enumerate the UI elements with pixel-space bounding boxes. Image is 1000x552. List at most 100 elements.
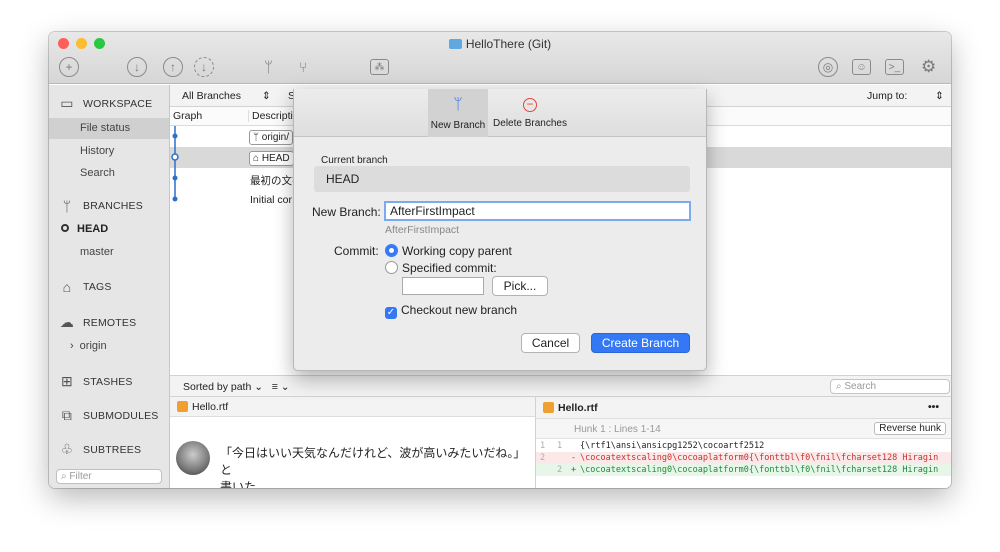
sidebar-section-branches[interactable]: ᛘ BRANCHES <box>57 198 143 214</box>
radio-working-copy[interactable]: Working copy parent <box>385 244 512 258</box>
dialog-tabs: ᛘ New Branch − Delete Branches <box>294 89 706 137</box>
tab-new-branch-label: New Branch <box>430 120 486 131</box>
remote-button[interactable]: ◎ <box>818 56 838 78</box>
finder-button[interactable]: ☺ <box>852 56 871 78</box>
sidebar-item-history[interactable]: History <box>80 145 114 157</box>
commit-message: Initial cor <box>250 194 293 206</box>
head-label: HEAD <box>77 223 109 235</box>
plus-icon: + <box>59 57 79 77</box>
rtf-file-icon <box>177 401 188 412</box>
new-line-number: 1 <box>557 441 563 451</box>
more-options-button[interactable]: ••• <box>928 401 939 413</box>
settings-button[interactable]: ⚙ <box>921 56 936 78</box>
window-title-text: HelloThere (Git) <box>465 37 552 51</box>
sidebar-section-remotes[interactable]: ☁ REMOTES <box>57 314 136 331</box>
new-line-number: 2 <box>557 465 563 475</box>
graph-node-head <box>171 153 179 161</box>
radio-unselected-icon <box>385 261 398 274</box>
graph-node <box>172 133 178 139</box>
minus-circle-icon: − <box>523 98 537 112</box>
old-line-number: 2 <box>540 453 546 463</box>
sidebar: ▭ WORKSPACE File status History Search ᛘB… <box>49 85 170 488</box>
sidebar-section-workspace[interactable]: ▭ WORKSPACE <box>57 95 152 112</box>
title-bar: HelloThere (Git) + ↓ ↑ ↓ ᛘ ⑂ ⁂ ◎ ☺ >_ ⚙ <box>49 32 951 84</box>
new-branch-dialog: ᛘ New Branch − Delete Branches Current b… <box>293 89 707 371</box>
chevron-right-icon: › <box>70 340 74 352</box>
sidebar-section-tags[interactable]: ⌂ TAGS <box>57 279 112 295</box>
app-window: HelloThere (Git) + ↓ ↑ ↓ ᛘ ⑂ ⁂ ◎ ☺ >_ ⚙ … <box>49 32 951 488</box>
pull-button[interactable]: ↓ <box>127 56 147 78</box>
upload-icon: ↑ <box>163 57 183 77</box>
stash-button[interactable]: ⁂ <box>370 56 389 78</box>
submodules-label: SUBMODULES <box>83 409 159 422</box>
cloud-icon: ☁ <box>59 314 75 330</box>
file-name: Hello.rtf <box>192 401 229 413</box>
download-icon: ↓ <box>127 57 147 77</box>
diff-lines: 11 {\rtf1\ansi\ansicpg1252\cocoartf2512 2… <box>536 440 951 476</box>
tab-new-branch[interactable]: ᛘ New Branch <box>428 89 488 137</box>
subtrees-label: SUBTREES <box>83 443 142 456</box>
sidebar-filter-input[interactable]: ⌕ Filter <box>56 469 162 484</box>
new-branch-input[interactable]: AfterFirstImpact <box>384 201 691 221</box>
file-search-input[interactable]: ⌕ Search <box>830 379 950 394</box>
specified-commit-input[interactable] <box>402 277 484 295</box>
description-column-header[interactable]: Descriptio <box>248 110 299 122</box>
hunk-label: Hunk 1 : Lines 1-14 <box>574 424 661 435</box>
graph-node <box>172 196 178 202</box>
sidebar-section-submodules[interactable]: ⧉ SUBMODULES <box>57 407 159 424</box>
head-tag: ⌂ HEAD <box>249 151 294 166</box>
radio-selected-icon <box>385 244 398 257</box>
radio-specified-commit[interactable]: Specified commit: <box>385 261 497 275</box>
branch-filter-select[interactable]: All Branches ⇕ <box>182 90 271 102</box>
diff-line: 1 1 {\rtf1\ansi\ansicpg1252\cocoartf2512 <box>536 440 951 452</box>
window-title: HelloThere (Git) <box>49 37 951 51</box>
branch-icon: ᛘ <box>62 198 72 214</box>
terminal-button[interactable]: >_ <box>885 56 904 78</box>
reverse-hunk-button[interactable]: Reverse hunk <box>874 422 946 435</box>
workspace-label: WORKSPACE <box>83 97 153 110</box>
tags-label: TAGS <box>83 281 112 293</box>
remotes-label: REMOTES <box>83 316 137 329</box>
sort-by-path-select[interactable]: Sorted by path ⌄ ≡ ⌄ <box>183 381 290 393</box>
avatar <box>176 441 210 475</box>
pick-button[interactable]: Pick... <box>492 276 548 296</box>
branch-tag: ᛘ origin/ <box>249 130 294 145</box>
checkout-checkbox[interactable]: ✓ Checkout new branch <box>385 303 517 319</box>
branch-filter-value: All Branches <box>182 90 241 102</box>
branch-icon: ᛘ <box>453 96 463 113</box>
finder-icon: ☺ <box>852 59 871 75</box>
file-list-toolbar: Sorted by path ⌄ ≡ ⌄ ⌕ Search ⚙⌄ <box>170 375 951 397</box>
sidebar-item-master[interactable]: master <box>80 246 114 258</box>
updown-icon: ⇕ <box>261 90 271 102</box>
sidebar-section-stashes[interactable]: ⊞ STASHES <box>57 373 133 390</box>
cancel-button[interactable]: Cancel <box>521 333 580 353</box>
create-branch-button[interactable]: Create Branch <box>591 333 690 353</box>
branch-icon: ᛘ <box>264 58 274 76</box>
file-list-item[interactable]: Hello.rtf <box>170 397 535 417</box>
push-button[interactable]: ↑ <box>163 56 183 78</box>
branch-button[interactable]: ᛘ <box>264 56 273 78</box>
sidebar-item-origin[interactable]: › origin <box>70 340 107 352</box>
fetch-button[interactable]: ↓ <box>194 56 214 78</box>
tab-delete-branches[interactable]: − Delete Branches <box>490 89 570 137</box>
subtree-icon: ♧ <box>60 441 74 457</box>
terminal-icon: >_ <box>885 59 904 75</box>
diff-line: 2 + \cocoatextscaling0\cocoaplatform0{\fon… <box>536 464 951 476</box>
graph-column-header[interactable]: Graph <box>173 110 202 122</box>
preview-line-1: 「今日はいい天気なんだけれど、波が高いみたいだね。」と <box>220 446 526 477</box>
gear-icon: ⚙ <box>921 57 937 76</box>
head-tag-label: HEAD <box>261 153 290 164</box>
diff-sign: - <box>571 453 577 463</box>
submodule-icon: ⧉ <box>61 407 73 423</box>
sidebar-section-subtrees[interactable]: ♧ SUBTREES <box>57 441 141 458</box>
sidebar-item-file-status[interactable]: File status <box>80 122 130 134</box>
current-branch-value: HEAD <box>314 166 690 192</box>
commit-button[interactable]: + <box>59 56 79 78</box>
jump-to-select-icon[interactable]: ⇕ <box>935 90 944 102</box>
merge-button[interactable]: ⑂ <box>299 56 307 78</box>
sidebar-item-search[interactable]: Search <box>80 167 115 179</box>
sidebar-item-head[interactable]: HEAD <box>61 223 108 235</box>
diff-text: {\rtf1\ansi\ansicpg1252\cocoartf2512 <box>580 441 765 451</box>
checkout-label: Checkout new branch <box>401 303 518 317</box>
radio-working-copy-label: Working copy parent <box>402 244 512 258</box>
